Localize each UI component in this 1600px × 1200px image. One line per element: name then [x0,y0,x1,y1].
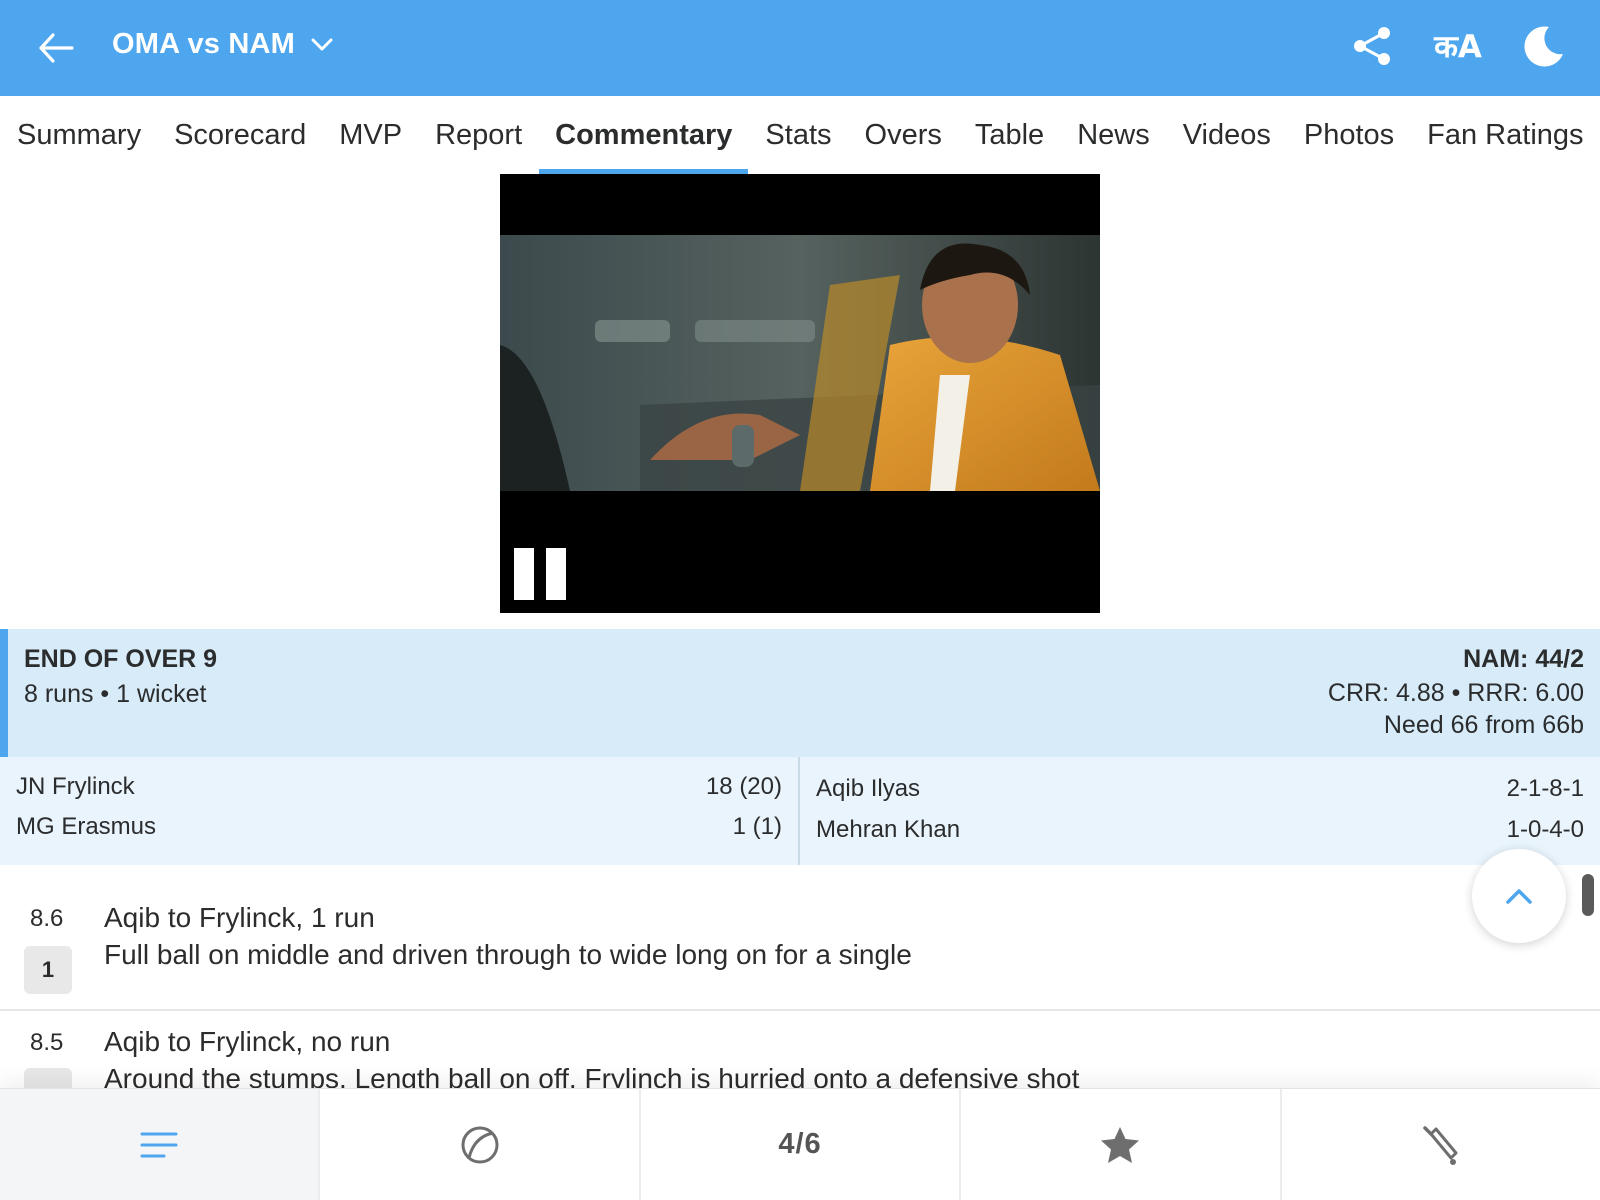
chevron-up-icon [1506,889,1532,904]
batters-column: JN Frylinck 18 (20) MG Erasmus 1 (1) [0,757,800,865]
tab-report[interactable]: Report [435,96,522,174]
bowler-figures: 1-0-4-0 [1506,816,1584,843]
commentary-headline: Aqib to Frylinck, 1 run [104,902,375,933]
bowler-name: Aqib Ilyas [816,775,921,802]
batter-row[interactable]: JN Frylinck 18 (20) [16,773,782,801]
video-thumbnail [500,235,1100,491]
commentary-text: Around the stumps. Length ball on off. F… [104,1063,1080,1088]
batter-name: MG Erasmus [16,813,157,840]
pause-icon [514,548,534,600]
run-rates: CRR: 4.88 • RRR: 6.00 [1327,679,1584,707]
scrollbar-thumb[interactable] [1582,874,1594,916]
ball-number: 8.5 [30,1029,64,1056]
over-summary: END OF OVER 9 8 runs • 1 wicket NAM: 44/… [0,629,1600,757]
ball-counter: 4/6 [778,1128,822,1160]
tab-scorecard[interactable]: Scorecard [174,96,306,174]
batter-name: JN Frylinck [16,773,135,800]
pause-button[interactable] [514,548,566,600]
tab-photos[interactable]: Photos [1304,96,1394,174]
app-bar: OMA vs NAM कA [0,0,1600,96]
commentary-text: Full ball on middle and driven through t… [104,939,912,970]
tab-table[interactable]: Table [975,96,1044,174]
match-tabs: Summary Scorecard MVP Report Commentary … [0,96,1600,174]
bowler-figures: 2-1-8-1 [1506,775,1584,802]
back-button[interactable] [34,26,78,70]
bottom-nav-highlights[interactable] [961,1089,1282,1200]
ball-result-badge: 1 [24,946,72,994]
players-panel: JN Frylinck 18 (20) MG Erasmus 1 (1) Aqi… [0,757,1600,865]
tab-mvp[interactable]: MVP [339,96,402,174]
match-title: OMA vs NAM [112,28,295,60]
commentary-headline: Aqib to Frylinck, no run [104,1026,391,1057]
batter-row[interactable]: MG Erasmus 1 (1) [16,813,782,841]
batter-score: 18 (20) [705,773,782,800]
tab-fan-ratings[interactable]: Fan Ratings [1427,96,1583,174]
bottom-nav-ball[interactable] [320,1089,641,1200]
tab-videos[interactable]: Videos [1183,96,1271,174]
bottom-nav-batting[interactable] [1282,1089,1600,1200]
bowler-name: Mehran Khan [816,816,961,843]
batter-score: 1 (1) [732,813,782,840]
share-button[interactable] [1346,20,1398,72]
bottom-nav: 4/6 [0,1088,1600,1200]
chevron-down-icon [311,38,333,50]
team-score: NAM: 44/2 [1463,645,1584,673]
arrow-left-icon [39,33,74,63]
language-icon: कA [1434,29,1482,65]
bowlers-column: Aqib Ilyas 2-1-8-1 Mehran Khan 1-0-4-0 [800,757,1600,865]
tab-overs[interactable]: Overs [865,96,942,174]
match-selector[interactable]: OMA vs NAM [112,28,333,61]
tab-news[interactable]: News [1077,96,1150,174]
bowler-row[interactable]: Aqib Ilyas 2-1-8-1 [816,775,1584,803]
commentary-item[interactable]: 8.5 • Aqib to Frylinck, no run Around th… [0,1011,1600,1088]
scroll-top-button[interactable] [1472,849,1566,943]
bowler-row[interactable]: Mehran Khan 1-0-4-0 [816,816,1584,844]
cricket-bat-icon [1423,1125,1458,1165]
menu-lines-icon [140,1132,178,1157]
language-button[interactable]: कA [1432,20,1484,72]
tab-summary[interactable]: Summary [17,96,141,174]
commentary-item[interactable]: 8.6 1 Aqib to Frylinck, 1 run Full ball … [0,865,1600,1011]
video-player[interactable] [500,174,1100,613]
theme-toggle[interactable] [1518,20,1570,72]
ball-number: 8.6 [30,905,64,932]
moon-icon [1524,26,1563,67]
cricket-ball-icon [461,1126,499,1163]
tab-commentary[interactable]: Commentary [539,96,749,174]
target-need: Need 66 from 66b [1383,711,1584,739]
star-icon [1101,1126,1140,1163]
bottom-nav-ball-counter[interactable]: 4/6 [641,1089,962,1200]
over-summary-title: END OF OVER 9 [24,645,218,673]
over-summary-runs: 8 runs • 1 wicket [24,680,207,708]
tab-stats[interactable]: Stats [765,96,831,174]
ball-result-badge: • [24,1068,72,1088]
share-icon [1354,27,1390,65]
bottom-nav-commentary[interactable] [0,1089,321,1200]
video-frame [500,235,1100,491]
